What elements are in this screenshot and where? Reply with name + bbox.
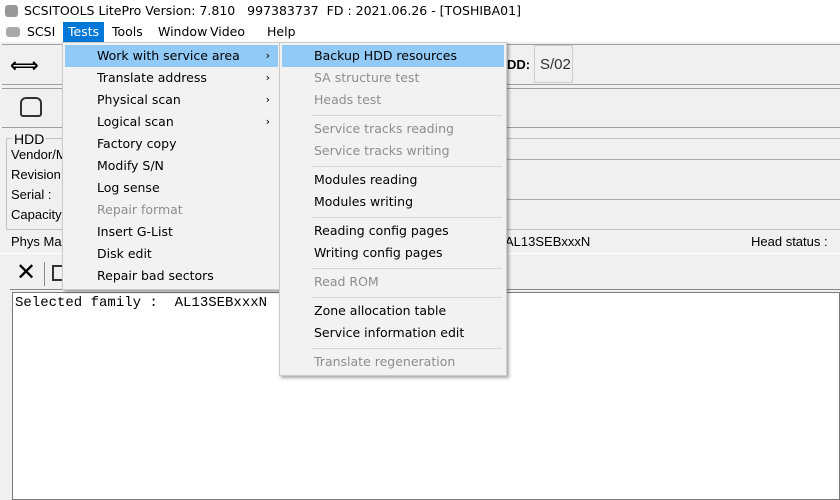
log-text: Selected family : AL13SEBxxxN bbox=[15, 295, 268, 311]
menu-item-logical-scan[interactable]: Logical scan › bbox=[65, 111, 278, 133]
hdd-label: DD: bbox=[507, 57, 531, 72]
menu-item-label: Heads test bbox=[314, 92, 382, 107]
menu-item-factory-copy[interactable]: Factory copy bbox=[65, 133, 278, 155]
chevron-right-icon: › bbox=[265, 71, 270, 84]
menu-item-label: Zone allocation table bbox=[314, 303, 447, 318]
menu-item-heads-test: Heads test bbox=[282, 89, 504, 111]
menu-item-service-tracks-writing: Service tracks writing bbox=[282, 140, 504, 162]
window-title: SCSITOOLS LitePro Version: 7.810 9973837… bbox=[24, 3, 521, 18]
menu-item-modules-reading[interactable]: Modules reading bbox=[282, 169, 504, 191]
revision-label: Revision bbox=[11, 167, 61, 182]
disk-icon[interactable] bbox=[20, 97, 42, 117]
capacity-label: Capacity bbox=[11, 207, 62, 222]
menu-item-backup-hdd-resources[interactable]: Backup HDD resources bbox=[282, 45, 504, 67]
chevron-right-icon: › bbox=[265, 115, 270, 128]
menu-item-insert-g-list[interactable]: Insert G-List bbox=[65, 221, 278, 243]
menu-item-label: Physical scan bbox=[97, 92, 181, 107]
clear-icon[interactable]: ✕ bbox=[16, 258, 36, 286]
menu-item-label: Insert G-List bbox=[97, 224, 173, 239]
menu-item-label: Translate regeneration bbox=[314, 354, 456, 369]
phys-label: Phys Ma bbox=[11, 234, 62, 249]
menu-tools[interactable]: Tools bbox=[107, 22, 148, 42]
menu-item-label: Service tracks writing bbox=[314, 143, 450, 158]
menu-item-repair-bad-sectors[interactable]: Repair bad sectors bbox=[65, 265, 278, 287]
system-menu-icon[interactable] bbox=[6, 27, 20, 37]
menu-separator bbox=[312, 268, 502, 269]
menu-item-translate-address[interactable]: Translate address › bbox=[65, 67, 278, 89]
serial-label: Serial : bbox=[11, 187, 52, 202]
menu-item-reading-config-pages[interactable]: Reading config pages bbox=[282, 220, 504, 242]
menu-item-writing-config-pages[interactable]: Writing config pages bbox=[282, 242, 504, 264]
menu-item-zone-allocation-table[interactable]: Zone allocation table bbox=[282, 300, 504, 322]
menu-item-label: SA structure test bbox=[314, 70, 420, 85]
menu-separator bbox=[312, 115, 502, 116]
menu-item-modify-s-n[interactable]: Modify S/N bbox=[65, 155, 278, 177]
menu-item-label: Log sense bbox=[97, 180, 160, 195]
menu-bar: SCSI Tests Tools Window Video Help bbox=[0, 22, 840, 42]
menu-item-modules-writing[interactable]: Modules writing bbox=[282, 191, 504, 213]
menu-item-label: Modules writing bbox=[314, 194, 414, 209]
menu-item-disk-edit[interactable]: Disk edit bbox=[65, 243, 278, 265]
menu-item-label: Read ROM bbox=[314, 274, 379, 289]
menu-separator bbox=[312, 166, 502, 167]
menu-item-label: Reading config pages bbox=[314, 223, 449, 238]
menu-item-service-tracks-reading: Service tracks reading bbox=[282, 118, 504, 140]
menu-item-work-with-service-area[interactable]: Work with service area › bbox=[65, 45, 278, 67]
menu-separator bbox=[312, 297, 502, 298]
menu-separator bbox=[312, 217, 502, 218]
connect-icon[interactable]: ⟺ bbox=[10, 53, 39, 77]
menu-window[interactable]: Window bbox=[153, 22, 212, 42]
menu-item-label: Logical scan bbox=[97, 114, 174, 129]
vendor-label: Vendor/M bbox=[11, 147, 67, 162]
menu-tests[interactable]: Tests bbox=[63, 22, 105, 42]
menu-item-label: Work with service area bbox=[97, 48, 240, 63]
menu-item-label: Modify S/N bbox=[97, 158, 164, 173]
menu-item-label: Modules reading bbox=[314, 172, 418, 187]
menu-scsi[interactable]: SCSI bbox=[22, 22, 60, 42]
hdd-value: S/02 bbox=[534, 45, 573, 83]
app-icon bbox=[5, 5, 18, 17]
chevron-right-icon: › bbox=[265, 93, 270, 106]
tests-menu: Work with service area › Translate address… bbox=[62, 42, 281, 290]
menu-item-label: Factory copy bbox=[97, 136, 177, 151]
menu-separator bbox=[312, 348, 502, 349]
menu-item-label: Repair format bbox=[97, 202, 183, 217]
menu-help[interactable]: Help bbox=[262, 22, 301, 42]
head-status-label: Head status : bbox=[751, 234, 828, 249]
menu-item-label: Backup HDD resources bbox=[314, 48, 457, 63]
menu-item-physical-scan[interactable]: Physical scan › bbox=[65, 89, 278, 111]
menu-item-log-sense[interactable]: Log sense bbox=[65, 177, 278, 199]
menu-item-read-rom: Read ROM bbox=[282, 271, 504, 293]
title-bar: SCSITOOLS LitePro Version: 7.810 9973837… bbox=[0, 0, 840, 22]
menu-video[interactable]: Video bbox=[205, 22, 250, 42]
chevron-right-icon: › bbox=[265, 49, 270, 62]
menu-item-sa-structure-test: SA structure test bbox=[282, 67, 504, 89]
menu-item-label: Writing config pages bbox=[314, 245, 443, 260]
menu-item-repair-format: Repair format bbox=[65, 199, 278, 221]
family-value: AL13SEBxxxN bbox=[505, 234, 591, 249]
menu-item-label: Repair bad sectors bbox=[97, 268, 214, 283]
menu-item-label: Service information edit bbox=[314, 325, 465, 340]
hdd-group-title: HDD bbox=[12, 131, 47, 147]
menu-item-label: Disk edit bbox=[97, 246, 152, 261]
menu-item-label: Translate address bbox=[97, 70, 207, 85]
menu-item-translate-regeneration: Translate regeneration bbox=[282, 351, 504, 373]
service-area-submenu: Backup HDD resources SA structure test Hea… bbox=[279, 42, 507, 376]
menu-item-service-information-edit[interactable]: Service information edit bbox=[282, 322, 504, 344]
menu-item-label: Service tracks reading bbox=[314, 121, 454, 136]
